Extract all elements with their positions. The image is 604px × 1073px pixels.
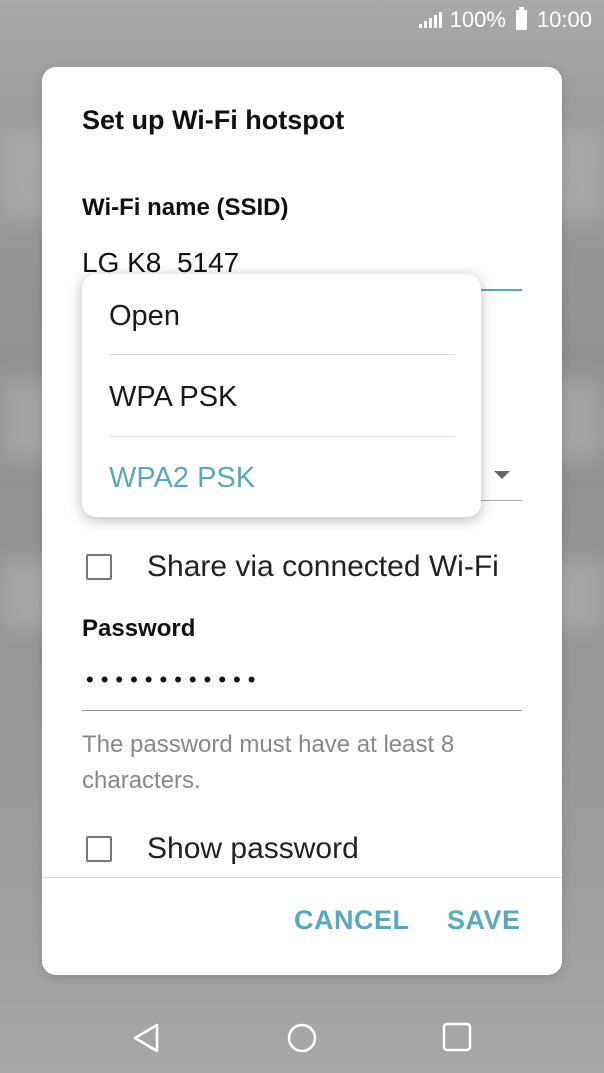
ssid-label: Wi-Fi name (SSID)	[82, 194, 289, 221]
menu-divider	[109, 354, 455, 355]
show-password-row[interactable]: Show password	[86, 832, 359, 866]
back-icon[interactable]	[131, 1022, 161, 1054]
navigation-bar	[0, 1000, 604, 1073]
menu-item-open[interactable]: Open	[82, 276, 481, 357]
signal-icon	[418, 12, 442, 28]
recents-icon[interactable]	[442, 1022, 472, 1052]
menu-item-wpa2-psk[interactable]: WPA2 PSK	[82, 438, 481, 519]
battery-percent: 100%	[449, 7, 506, 32]
hotspot-dialog: Set up Wi-Fi hotspot Wi-Fi name (SSID) L…	[42, 67, 562, 975]
menu-divider	[109, 436, 455, 437]
dialog-title: Set up Wi-Fi hotspot	[82, 105, 345, 135]
clock: 10:00	[536, 7, 592, 32]
cancel-button[interactable]: CANCEL	[294, 905, 410, 936]
button-divider	[42, 877, 562, 878]
show-password-checkbox[interactable]	[86, 836, 112, 862]
home-icon[interactable]	[286, 1022, 318, 1054]
password-hint: The password must have at least 8 charac…	[82, 731, 455, 794]
password-label: Password	[82, 615, 196, 642]
password-underline	[82, 710, 522, 711]
battery-icon	[515, 7, 527, 30]
share-wifi-label: Share via connected Wi-Fi	[147, 550, 499, 583]
dropdown-arrow-icon	[494, 471, 510, 479]
share-wifi-checkbox[interactable]	[86, 554, 112, 580]
share-wifi-row[interactable]: Share via connected Wi-Fi	[86, 550, 499, 584]
status-bar: 100% 10:00	[0, 0, 604, 40]
password-input[interactable]: ••••••••••••	[86, 667, 262, 693]
security-options-menu: Open WPA PSK WPA2 PSK	[82, 274, 481, 517]
menu-item-wpa-psk[interactable]: WPA PSK	[82, 357, 481, 438]
save-button[interactable]: SAVE	[447, 905, 521, 936]
show-password-label: Show password	[147, 832, 359, 865]
